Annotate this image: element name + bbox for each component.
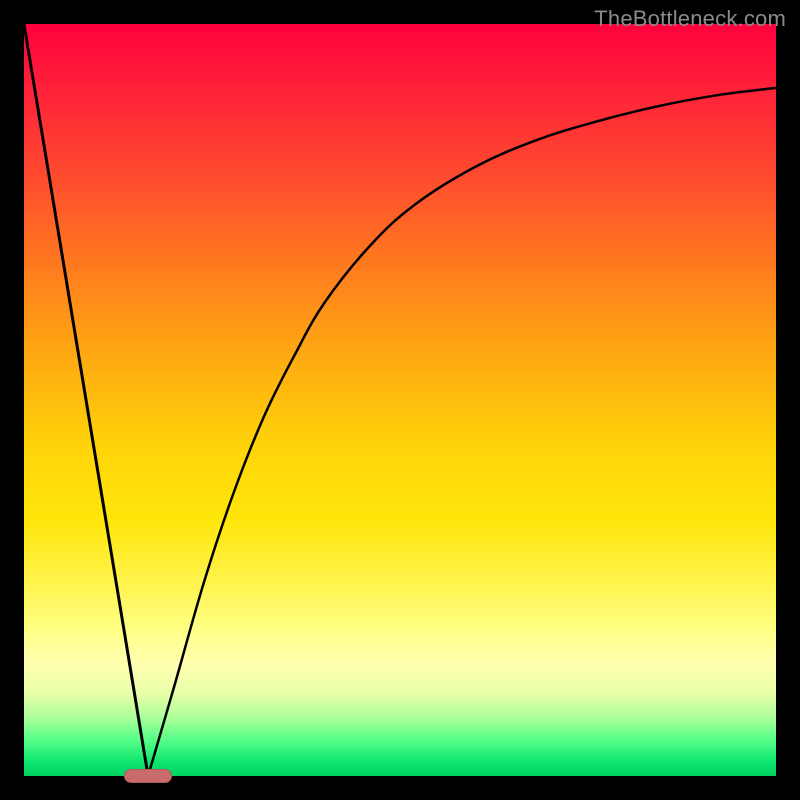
- chart-frame: TheBottleneck.com: [0, 0, 800, 800]
- left-line: [24, 24, 148, 776]
- chart-curves: [24, 24, 776, 776]
- bottleneck-marker: [124, 769, 172, 783]
- watermark-text: TheBottleneck.com: [594, 6, 786, 32]
- plot-area: [24, 24, 776, 776]
- right-curve: [148, 88, 776, 776]
